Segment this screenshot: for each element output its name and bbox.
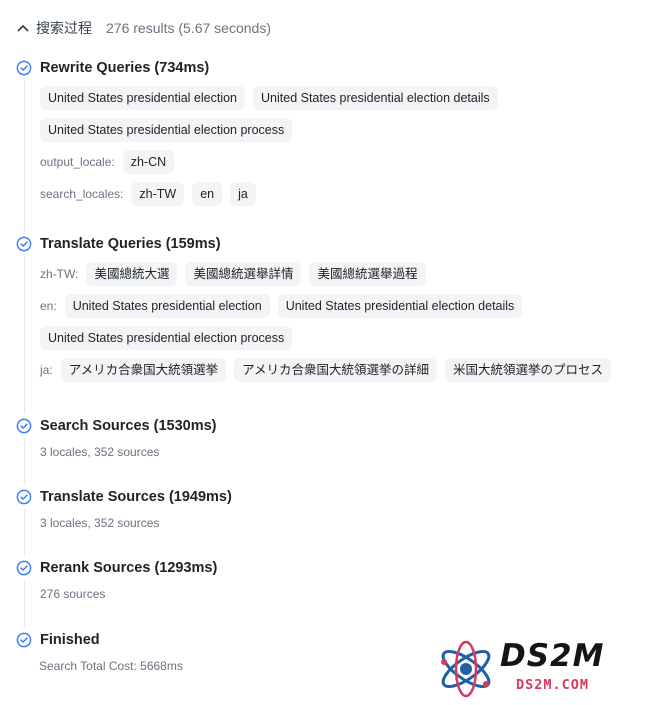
step-rerank-sources: Rerank Sources (1293ms) 276 sources: [16, 556, 646, 628]
locale-label-zh-tw: zh-TW:: [40, 267, 79, 281]
query-chip: United States presidential election deta…: [253, 86, 498, 110]
translated-query-chip: 美國總統選舉詳情: [185, 262, 302, 286]
step-title: Rerank Sources (1293ms): [40, 560, 218, 576]
translated-query-chip: アメリカ合衆国大統領選挙の詳細: [234, 358, 437, 382]
check-circle-icon: [16, 489, 32, 505]
watermark-brand: DS2M: [500, 638, 605, 674]
translated-query-chip: 美國總統大選: [86, 262, 178, 286]
locale-label-ja: ja:: [40, 363, 53, 377]
watermark-domain: DS2M.COM: [516, 677, 590, 693]
step-title: Rewrite Queries (734ms): [40, 60, 210, 76]
locale-chip: zh-TW: [131, 182, 185, 206]
locale-chip: zh-CN: [122, 150, 175, 174]
results-summary: 276 results (5.67 seconds): [106, 20, 271, 36]
step-summary: 276 sources: [40, 587, 106, 601]
query-chip: United States presidential election proc…: [40, 118, 293, 142]
query-chip: United States presidential election: [40, 86, 246, 110]
step-title: Translate Queries (159ms): [40, 236, 221, 252]
search-process-title: 搜索过程: [36, 20, 92, 36]
search-process-header[interactable]: 搜索过程 276 results (5.67 seconds): [16, 16, 271, 40]
translated-query-chip: 美國總統選舉過程: [309, 262, 426, 286]
locale-chip: ja: [230, 182, 256, 206]
step-summary: 3 locales, 352 sources: [40, 445, 160, 459]
search-steps-list: Rewrite Queries (734ms) United States pr…: [16, 56, 646, 686]
translated-query-chip: United States presidential election proc…: [40, 326, 293, 350]
step-translate-queries: Translate Queries (159ms) zh-TW: 美國總統大選 …: [16, 232, 646, 414]
check-circle-icon: [16, 632, 32, 648]
translated-query-chip: United States presidential election: [64, 294, 270, 318]
step-title: Finished: [40, 632, 100, 648]
check-circle-icon: [16, 418, 32, 434]
output-locale-label: output_locale:: [40, 155, 115, 169]
step-translate-sources: Translate Sources (1949ms) 3 locales, 35…: [16, 485, 646, 556]
search-locales-label: search_locales:: [40, 187, 124, 201]
check-circle-icon: [16, 60, 32, 76]
chevron-up-icon[interactable]: [16, 21, 30, 35]
check-circle-icon: [16, 236, 32, 252]
step-summary: 3 locales, 352 sources: [40, 516, 160, 530]
step-rewrite-queries: Rewrite Queries (734ms) United States pr…: [16, 56, 646, 232]
step-title: Search Sources (1530ms): [40, 418, 217, 434]
translated-query-chip: 米国大統領選挙のプロセス: [444, 358, 611, 382]
locale-chip: en: [192, 182, 223, 206]
watermark-logo: DS2M DS2M.COM: [434, 636, 650, 700]
atom-icon: [441, 640, 491, 698]
locale-label-en: en:: [40, 299, 57, 313]
translated-query-chip: アメリカ合衆国大統領選挙: [60, 358, 227, 382]
step-title: Translate Sources (1949ms): [40, 489, 232, 505]
step-search-sources: Search Sources (1530ms) 3 locales, 352 s…: [16, 414, 646, 485]
check-circle-icon: [16, 560, 32, 576]
translated-query-chip: United States presidential election deta…: [277, 294, 523, 318]
